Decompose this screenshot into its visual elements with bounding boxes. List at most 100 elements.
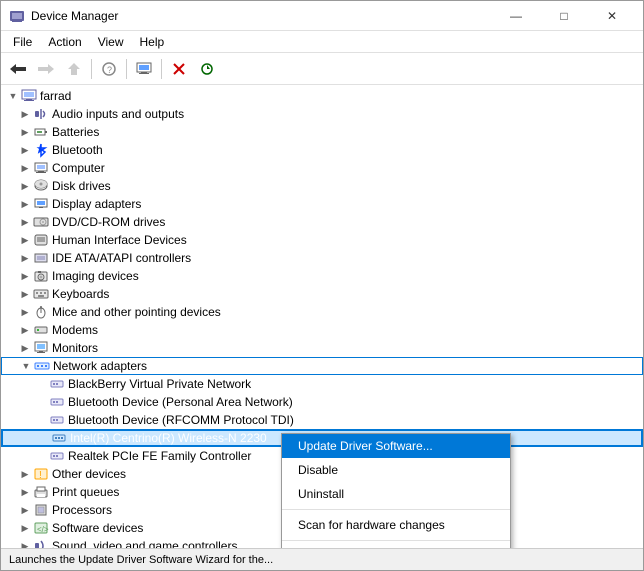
svg-text:</>: </> — [37, 525, 49, 534]
svg-text:?: ? — [107, 65, 112, 75]
imaging-label: Imaging devices — [52, 269, 139, 283]
ctx-sep1 — [282, 509, 510, 510]
bluetooth-expand[interactable]: ▶ — [17, 142, 33, 158]
audio-icon — [33, 106, 49, 122]
close-button[interactable]: ✕ — [589, 1, 635, 31]
modems-icon — [33, 322, 49, 338]
imaging-expand[interactable]: ▶ — [17, 268, 33, 284]
tree-btpan[interactable]: ▶ Bluetooth Device (Personal Area Networ… — [1, 393, 643, 411]
dvd-label: DVD/CD-ROM drives — [52, 215, 165, 229]
print-label: Print queues — [52, 485, 119, 499]
toolbar-forward[interactable] — [33, 56, 59, 82]
mice-icon — [33, 304, 49, 320]
network-label: Network adapters — [53, 359, 147, 373]
device-manager-window: Device Manager — □ ✕ File Action View He… — [0, 0, 644, 571]
tree-computer[interactable]: ▶ Computer — [1, 159, 643, 177]
software-label: Software devices — [52, 521, 143, 535]
other-icon: ! — [33, 466, 49, 482]
mice-label: Mice and other pointing devices — [52, 305, 221, 319]
toolbar-remove[interactable] — [166, 56, 192, 82]
toolbar: ? — [1, 53, 643, 85]
tree-monitors[interactable]: ▶ Monitors — [1, 339, 643, 357]
software-expand[interactable]: ▶ — [17, 520, 33, 536]
modems-expand[interactable]: ▶ — [17, 322, 33, 338]
ctx-update[interactable]: Update Driver Software... — [282, 434, 510, 458]
tree-hid[interactable]: ▶ Human Interface Devices — [1, 231, 643, 249]
dvd-expand[interactable]: ▶ — [17, 214, 33, 230]
print-icon — [33, 484, 49, 500]
computer-dev-icon — [33, 160, 49, 176]
keyboards-label: Keyboards — [52, 287, 109, 301]
display-icon — [33, 196, 49, 212]
network-expand[interactable]: ▼ — [18, 358, 34, 374]
tree-mice[interactable]: ▶ Mice and other pointing devices — [1, 303, 643, 321]
tree-batteries[interactable]: ▶ Batteries — [1, 123, 643, 141]
toolbar-computer[interactable] — [131, 56, 157, 82]
toolbar-back[interactable] — [5, 56, 31, 82]
menu-view[interactable]: View — [90, 33, 132, 51]
ide-expand[interactable]: ▶ — [17, 250, 33, 266]
disk-label: Disk drives — [52, 179, 111, 193]
tree-network[interactable]: ▼ Network adapters — [1, 357, 643, 375]
tree-disk[interactable]: ▶ Disk drives — [1, 177, 643, 195]
tree-blackberry[interactable]: ▶ BlackBerry Virtual Private Network — [1, 375, 643, 393]
toolbar-sep3 — [161, 59, 162, 79]
computer-icon — [21, 88, 37, 104]
audio-expand[interactable]: ▶ — [17, 106, 33, 122]
ide-icon — [33, 250, 49, 266]
tree-bluetooth[interactable]: ▶ Bluetooth — [1, 141, 643, 159]
processors-expand[interactable]: ▶ — [17, 502, 33, 518]
tree-display[interactable]: ▶ Display adapters — [1, 195, 643, 213]
processors-icon — [33, 502, 49, 518]
ctx-scan[interactable]: Scan for hardware changes — [282, 513, 510, 537]
toolbar-scan[interactable] — [194, 56, 220, 82]
tree-ide[interactable]: ▶ IDE ATA/ATAPI controllers — [1, 249, 643, 267]
ctx-properties[interactable]: Properties — [282, 544, 510, 548]
ctx-uninstall[interactable]: Uninstall — [282, 482, 510, 506]
toolbar-help[interactable]: ? — [96, 56, 122, 82]
ctx-disable[interactable]: Disable — [282, 458, 510, 482]
computer-expand[interactable]: ▶ — [17, 160, 33, 176]
content-area: ▼ farrad ▶ — [1, 85, 643, 548]
root-expand[interactable]: ▼ — [5, 88, 21, 104]
maximize-button[interactable]: □ — [541, 1, 587, 31]
ide-label: IDE ATA/ATAPI controllers — [52, 251, 191, 265]
tree-btrfcomm[interactable]: ▶ Bluetooth Device (RFCOMM Protocol TDI) — [1, 411, 643, 429]
window-title: Device Manager — [31, 9, 493, 23]
blackberry-icon — [49, 376, 65, 392]
software-icon: </> — [33, 520, 49, 536]
batteries-expand[interactable]: ▶ — [17, 124, 33, 140]
tree-imaging[interactable]: ▶ Imaging devices — [1, 267, 643, 285]
batteries-label: Batteries — [52, 125, 99, 139]
hid-expand[interactable]: ▶ — [17, 232, 33, 248]
sound-expand[interactable]: ▶ — [17, 538, 33, 548]
toolbar-sep2 — [126, 59, 127, 79]
display-label: Display adapters — [52, 197, 141, 211]
monitors-expand[interactable]: ▶ — [17, 340, 33, 356]
btrfcomm-icon — [49, 412, 65, 428]
menu-file[interactable]: File — [5, 33, 40, 51]
tree-dvd[interactable]: ▶ DVD/CD-ROM drives — [1, 213, 643, 231]
tree-root[interactable]: ▼ farrad — [1, 87, 643, 105]
tree-audio[interactable]: ▶ Audio inputs and outputs — [1, 105, 643, 123]
modems-label: Modems — [52, 323, 98, 337]
sound-label: Sound, video and game controllers — [52, 539, 237, 548]
svg-text:!: ! — [39, 470, 42, 481]
tree-keyboards[interactable]: ▶ Keyboards — [1, 285, 643, 303]
keyboards-expand[interactable]: ▶ — [17, 286, 33, 302]
other-expand[interactable]: ▶ — [17, 466, 33, 482]
display-expand[interactable]: ▶ — [17, 196, 33, 212]
realtek-label: Realtek PCIe FE Family Controller — [68, 449, 251, 463]
disk-expand[interactable]: ▶ — [17, 178, 33, 194]
print-expand[interactable]: ▶ — [17, 484, 33, 500]
mice-expand[interactable]: ▶ — [17, 304, 33, 320]
minimize-button[interactable]: — — [493, 1, 539, 31]
menu-action[interactable]: Action — [40, 33, 89, 51]
imaging-icon — [33, 268, 49, 284]
menu-help[interactable]: Help — [132, 33, 173, 51]
sound-icon — [33, 538, 49, 548]
btpan-label: Bluetooth Device (Personal Area Network) — [68, 395, 293, 409]
title-bar: Device Manager — □ ✕ — [1, 1, 643, 31]
tree-modems[interactable]: ▶ Modems — [1, 321, 643, 339]
toolbar-up[interactable] — [61, 56, 87, 82]
